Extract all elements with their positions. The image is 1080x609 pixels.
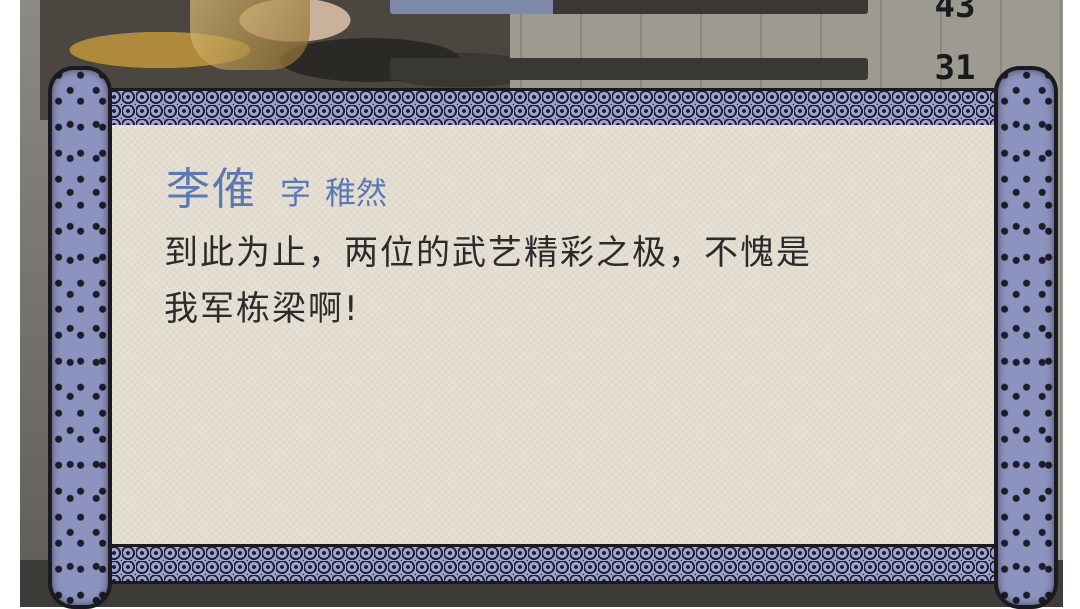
scroll-border-bottom: [108, 544, 996, 584]
speaker-name: 李傕: [166, 164, 258, 215]
scroll-rod-left: [48, 66, 112, 609]
scroll-border-top: [108, 88, 996, 128]
courtesy-label: 字: [280, 176, 311, 212]
scroll-rod-right: [994, 66, 1058, 609]
armor-ornament: [190, 0, 310, 70]
dialogue-paper[interactable]: 李傕字稚然 到此为止，两位的武艺精彩之极，不愧是 我军栋梁啊!: [108, 125, 996, 544]
stat-bar-1-fill: [390, 0, 553, 14]
dialogue-line-1: 到此为止，两位的武艺精彩之极，不愧是: [164, 233, 812, 273]
courtesy-name: 稚然: [325, 176, 387, 212]
dialogue-line-2: 我军栋梁啊!: [164, 289, 360, 329]
dialogue-text: 到此为止，两位的武艺精彩之极，不愧是 我军栋梁啊!: [164, 225, 944, 337]
speaker-row: 李傕字稚然: [166, 153, 387, 217]
dialogue-scroll[interactable]: 李傕字稚然 到此为止，两位的武艺精彩之极，不愧是 我军栋梁啊!: [48, 66, 1058, 609]
stat-bar-1: [390, 0, 868, 14]
stat-value-1: 43: [934, 0, 976, 26]
